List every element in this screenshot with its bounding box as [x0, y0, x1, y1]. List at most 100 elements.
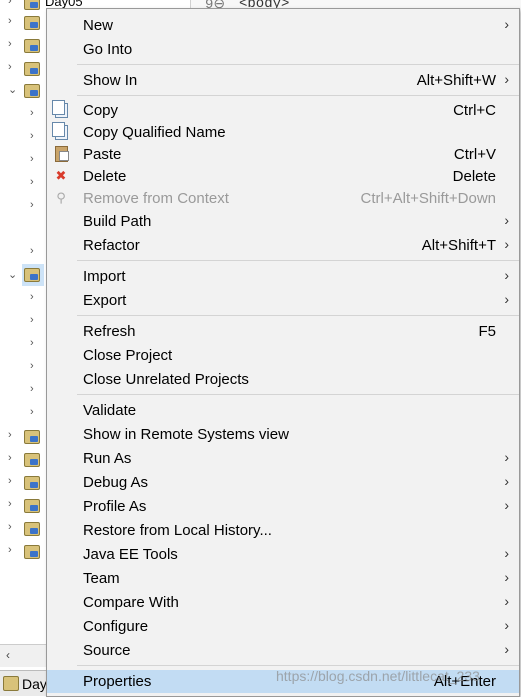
- menu-item-label: Build Path: [83, 213, 152, 230]
- copy-icon: [51, 100, 69, 118]
- menu-item-label: Debug As: [83, 474, 149, 491]
- menu-item-configure[interactable]: Configure ›: [47, 615, 519, 638]
- menu-item-label: Source: [83, 642, 131, 659]
- menu-item-validate[interactable]: Validate: [47, 399, 519, 422]
- menu-item-label: Java EE Tools: [83, 546, 178, 563]
- menu-item-shortcut: Delete: [452, 168, 496, 185]
- menu-item-refresh[interactable]: Refresh F5: [47, 320, 519, 343]
- chevron-right-icon[interactable]: ›: [8, 38, 12, 50]
- menu-item-restore-from-local-history[interactable]: Restore from Local History...: [47, 519, 519, 542]
- submenu-arrow-icon: ›: [504, 236, 509, 252]
- chevron-right-icon[interactable]: ›: [30, 383, 34, 395]
- menu-item-java-ee-tools[interactable]: Java EE Tools ›: [47, 543, 519, 566]
- menu-item-label: Remove from Context: [83, 190, 229, 207]
- remove-context-icon: ⚲: [56, 190, 66, 205]
- menu-separator: [77, 315, 519, 316]
- delete-icon: ✖: [55, 168, 67, 183]
- menu-item-import[interactable]: Import ›: [47, 265, 519, 288]
- chevron-right-icon[interactable]: ›: [8, 475, 12, 487]
- chevron-right-icon[interactable]: ›: [8, 498, 12, 510]
- submenu-arrow-icon: ›: [504, 545, 509, 561]
- menu-item-show-in-remote-systems[interactable]: Show in Remote Systems view: [47, 423, 519, 446]
- menu-item-copy-qualified-name[interactable]: Copy Qualified Name: [47, 121, 519, 144]
- menu-item-shortcut: Alt+Shift+T: [421, 237, 496, 254]
- project-icon: [24, 62, 40, 76]
- menu-item-label: Run As: [83, 450, 132, 467]
- chevron-right-icon[interactable]: ›: [30, 130, 34, 142]
- submenu-arrow-icon: ›: [504, 497, 509, 513]
- menu-item-label: Go Into: [83, 41, 133, 58]
- menu-separator: [77, 665, 519, 666]
- menu-item-shortcut: Ctrl+V: [453, 146, 496, 163]
- menu-item-label: New: [83, 17, 114, 34]
- menu-item-label: Paste: [83, 146, 122, 163]
- chevron-right-icon[interactable]: ›: [30, 107, 34, 119]
- chevron-right-icon[interactable]: ›: [8, 61, 12, 73]
- menu-item-remove-from-context: ⚲ Remove from Context Ctrl+Alt+Shift+Dow…: [47, 187, 519, 210]
- submenu-arrow-icon: ›: [504, 449, 509, 465]
- menu-item-shortcut: Ctrl+Alt+Shift+Down: [360, 190, 496, 207]
- menu-item-compare-with[interactable]: Compare With ›: [47, 591, 519, 614]
- chevron-right-icon[interactable]: ›: [8, 452, 12, 464]
- menu-item-shortcut: F5: [478, 323, 496, 340]
- submenu-arrow-icon: ›: [504, 16, 509, 32]
- menu-item-build-path[interactable]: Build Path ›: [47, 210, 519, 233]
- chevron-right-icon[interactable]: ›: [30, 406, 34, 418]
- menu-separator: [77, 95, 519, 96]
- chevron-right-icon[interactable]: ›: [30, 291, 34, 303]
- menu-item-label: Refresh: [83, 323, 136, 340]
- menu-item-export[interactable]: Export ›: [47, 289, 519, 312]
- project-icon: [24, 545, 40, 559]
- chevron-right-icon[interactable]: ›: [30, 245, 34, 257]
- menu-separator: [77, 394, 519, 395]
- scroll-left-icon[interactable]: ‹: [6, 648, 10, 662]
- chevron-right-icon[interactable]: ›: [8, 544, 12, 556]
- menu-item-label: Copy: [83, 102, 119, 119]
- menu-item-go-into[interactable]: Go Into: [47, 38, 519, 61]
- chevron-right-icon[interactable]: ›: [30, 314, 34, 326]
- menu-item-run-as[interactable]: Run As ›: [47, 447, 519, 470]
- chevron-right-icon[interactable]: ›: [30, 176, 34, 188]
- project-icon: [24, 268, 40, 282]
- menu-item-close-unrelated-projects[interactable]: Close Unrelated Projects: [47, 368, 519, 391]
- watermark: https://blog.csdn.net/littlecat_233: [276, 668, 480, 684]
- chevron-right-icon[interactable]: ›: [8, 15, 12, 27]
- menu-item-show-in[interactable]: Show In Alt+Shift+W ›: [47, 69, 519, 92]
- chevron-right-icon[interactable]: ›: [30, 153, 34, 165]
- menu-separator: [77, 260, 519, 261]
- menu-item-label: Configure: [83, 618, 149, 635]
- submenu-arrow-icon: ›: [504, 71, 509, 87]
- chevron-down-icon[interactable]: ⌄: [8, 268, 17, 281]
- chevron-right-icon[interactable]: ›: [30, 199, 34, 211]
- chevron-right-icon[interactable]: ›: [8, 429, 12, 441]
- menu-item-source[interactable]: Source ›: [47, 639, 519, 662]
- menu-item-label: Properties: [83, 673, 152, 690]
- project-icon: [24, 84, 40, 98]
- menu-item-close-project[interactable]: Close Project: [47, 344, 519, 367]
- menu-item-profile-as[interactable]: Profile As ›: [47, 495, 519, 518]
- submenu-arrow-icon: ›: [504, 267, 509, 283]
- project-icon: [24, 522, 40, 536]
- menu-item-shortcut: Alt+Shift+W: [416, 72, 496, 89]
- tree-row-selected[interactable]: [22, 264, 44, 286]
- menu-item-copy[interactable]: Copy Ctrl+C: [47, 99, 519, 122]
- menu-item-new[interactable]: New ›: [47, 14, 519, 37]
- chevron-down-icon[interactable]: ⌄: [8, 83, 17, 96]
- menu-item-refactor[interactable]: Refactor Alt+Shift+T ›: [47, 234, 519, 257]
- chevron-right-icon[interactable]: ›: [8, 521, 12, 533]
- context-menu: New › Go Into Show In Alt+Shift+W › Copy…: [46, 8, 520, 697]
- submenu-arrow-icon: ›: [504, 641, 509, 657]
- chevron-right-icon[interactable]: ›: [30, 360, 34, 372]
- menu-item-label: Close Project: [83, 347, 173, 364]
- menu-item-team[interactable]: Team ›: [47, 567, 519, 590]
- chevron-right-icon[interactable]: ›: [8, 0, 12, 7]
- menu-item-paste[interactable]: Paste Ctrl+V: [47, 143, 519, 166]
- submenu-arrow-icon: ›: [504, 617, 509, 633]
- menu-item-delete[interactable]: ✖ Delete Delete: [47, 165, 519, 188]
- chevron-right-icon[interactable]: ›: [30, 337, 34, 349]
- project-icon: [24, 499, 40, 513]
- menu-item-debug-as[interactable]: Debug As ›: [47, 471, 519, 494]
- menu-item-label: Copy Qualified Name: [83, 124, 226, 141]
- submenu-arrow-icon: ›: [504, 593, 509, 609]
- project-icon: [3, 676, 19, 691]
